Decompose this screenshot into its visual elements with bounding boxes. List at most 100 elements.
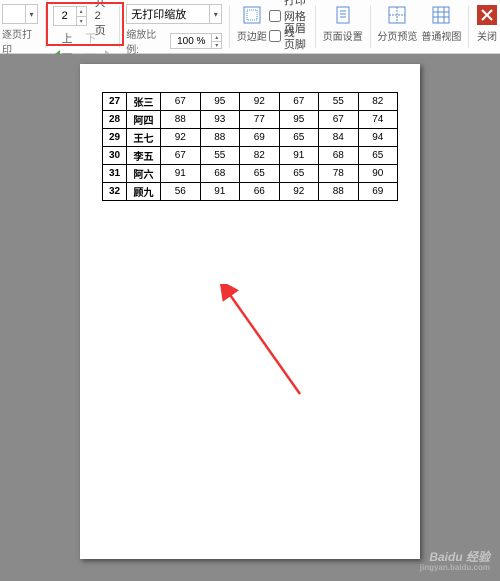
- table-cell: 69: [240, 129, 280, 147]
- page-preview: 27张三67959267558228阿四88937795677429王七9288…: [80, 64, 420, 559]
- table-cell: 84: [319, 129, 359, 147]
- table-cell: 91: [200, 183, 240, 201]
- watermark-brand: Baidu 经验: [429, 550, 490, 564]
- table-cell: 29: [103, 129, 127, 147]
- normal-view-button[interactable]: 普通视图: [421, 4, 461, 43]
- table-cell: 67: [279, 93, 319, 111]
- table-row: 28阿四889377956774: [103, 111, 398, 129]
- table-row: 32顾九569166928869: [103, 183, 398, 201]
- table-cell: 王七: [127, 129, 161, 147]
- group-zoom: ▾ 缩放比例: ▴ ▾: [126, 4, 222, 52]
- table-cell: 95: [279, 111, 319, 129]
- table-cell: 95: [200, 93, 240, 111]
- table-cell: 88: [161, 111, 201, 129]
- margins-label: 页边距: [237, 28, 267, 43]
- table-cell: 65: [279, 129, 319, 147]
- spinner-up-icon[interactable]: ▴: [76, 7, 86, 16]
- spinner-up-icon[interactable]: ▴: [211, 34, 221, 41]
- zoom-mode-combo[interactable]: ▾: [126, 4, 222, 24]
- page-setup-icon: [332, 4, 354, 26]
- close-button[interactable]: 关闭: [476, 4, 498, 43]
- row-print-input[interactable]: [3, 8, 25, 20]
- table-row: 29王七928869658494: [103, 129, 398, 147]
- data-table: 27张三67959267558228阿四88937795677429王七9288…: [102, 92, 398, 201]
- table-cell: 78: [319, 165, 359, 183]
- normal-view-icon: [430, 4, 452, 26]
- table-cell: 65: [279, 165, 319, 183]
- table-cell: 88: [319, 183, 359, 201]
- spinner-down-icon[interactable]: ▾: [76, 16, 86, 25]
- table-cell: 65: [358, 147, 398, 165]
- table-cell: 94: [358, 129, 398, 147]
- header-footer-label: 页眉页脚: [284, 20, 308, 52]
- page-setup-label: 页面设置: [323, 28, 363, 43]
- table-cell: 27: [103, 93, 127, 111]
- page-break-preview-button[interactable]: 分页预览: [377, 4, 417, 43]
- table-row: 31阿六916865657890: [103, 165, 398, 183]
- separator: [229, 6, 230, 48]
- page-break-preview-label: 分页预览: [377, 28, 417, 43]
- table-cell: 30: [103, 147, 127, 165]
- table-cell: 92: [161, 129, 201, 147]
- table-cell: 55: [200, 147, 240, 165]
- header-footer-checkbox[interactable]: 页眉页脚: [269, 26, 308, 46]
- workspace: 27张三67959267558228阿四88937795677429王七9288…: [0, 54, 500, 581]
- table-cell: 67: [161, 147, 201, 165]
- table-cell: 82: [240, 147, 280, 165]
- margins-button[interactable]: 页边距: [237, 4, 267, 43]
- table-cell: 67: [161, 93, 201, 111]
- table-cell: 31: [103, 165, 127, 183]
- page-number-input-wrap[interactable]: ▴ ▾: [53, 6, 87, 26]
- group-row-print: ▾ 逐页打印: [2, 4, 38, 52]
- table-cell: 92: [279, 183, 319, 201]
- separator: [45, 6, 46, 48]
- close-label: 关闭: [477, 28, 497, 43]
- toolbar: ▾ 逐页打印 ▴ ▾ 共 2 页 上一页 下一页: [0, 0, 500, 54]
- table-cell: 90: [358, 165, 398, 183]
- table-cell: 92: [240, 93, 280, 111]
- table-cell: 56: [161, 183, 201, 201]
- separator: [468, 6, 469, 48]
- zoom-spinner[interactable]: ▴ ▾: [211, 34, 221, 48]
- row-print-combo[interactable]: ▾: [2, 4, 38, 24]
- zoom-ratio-input[interactable]: [171, 34, 211, 48]
- chevron-down-icon[interactable]: ▾: [25, 5, 37, 23]
- separator: [370, 6, 371, 48]
- close-icon: [476, 4, 498, 26]
- annotation-arrow-icon: [220, 284, 310, 404]
- page-number-input[interactable]: [54, 10, 76, 22]
- separator: [119, 6, 120, 48]
- table-cell: 68: [200, 165, 240, 183]
- table-row: 27张三679592675582: [103, 93, 398, 111]
- separator: [315, 6, 316, 48]
- zoom-ratio-combo[interactable]: ▴ ▾: [170, 33, 222, 49]
- page-break-preview-icon: [386, 4, 408, 26]
- table-cell: 65: [240, 165, 280, 183]
- table-cell: 55: [319, 93, 359, 111]
- row-print-label: 逐页打印: [2, 26, 38, 56]
- table-cell: 阿六: [127, 165, 161, 183]
- page-setup-button[interactable]: 页面设置: [323, 4, 363, 43]
- page-spinner[interactable]: ▴ ▾: [76, 7, 86, 25]
- table-cell: 93: [200, 111, 240, 129]
- table-cell: 阿四: [127, 111, 161, 129]
- table-cell: 28: [103, 111, 127, 129]
- table-cell: 91: [279, 147, 319, 165]
- margins-icon: [241, 4, 263, 26]
- table-row: 30李五675582916865: [103, 147, 398, 165]
- header-footer-check-input[interactable]: [269, 30, 281, 42]
- gridlines-check-input[interactable]: [269, 10, 281, 22]
- chevron-down-icon[interactable]: ▾: [209, 5, 221, 23]
- table-cell: 32: [103, 183, 127, 201]
- table-cell: 68: [319, 147, 359, 165]
- normal-view-label: 普通视图: [421, 28, 461, 43]
- watermark-url: jingyan.baidu.com: [420, 564, 490, 573]
- table-cell: 66: [240, 183, 280, 201]
- table-cell: 82: [358, 93, 398, 111]
- zoom-ratio-label: 缩放比例:: [126, 26, 166, 56]
- spinner-down-icon[interactable]: ▾: [211, 41, 221, 48]
- zoom-mode-input[interactable]: [127, 8, 209, 20]
- table-cell: 顾九: [127, 183, 161, 201]
- table-cell: 88: [200, 129, 240, 147]
- table-cell: 李五: [127, 147, 161, 165]
